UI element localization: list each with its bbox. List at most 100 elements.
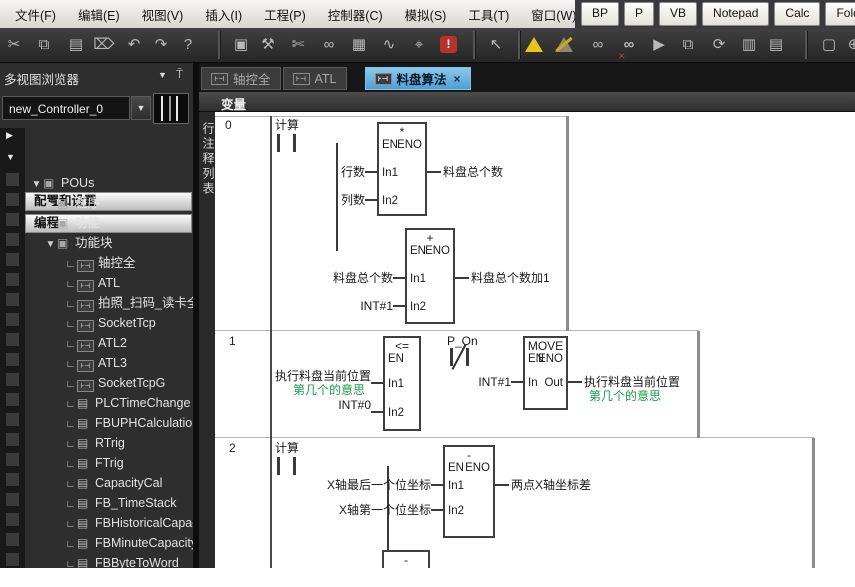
- io-map-icon[interactable]: ▦: [347, 33, 371, 57]
- tree-item-fb[interactable]: ∟⊦⊣ATL: [25, 273, 193, 293]
- folder-button[interactable]: Folder: [825, 2, 855, 26]
- less-equal-block[interactable]: <= EN In1 In2: [383, 336, 421, 431]
- tree-item-fb[interactable]: ∟▤FTrig: [25, 453, 193, 473]
- chevron-down-icon[interactable]: ▼: [158, 70, 167, 80]
- operand-label[interactable]: 执行料盘当前位置: [275, 369, 371, 383]
- notepad-button[interactable]: Notepad: [702, 2, 769, 26]
- operand-label[interactable]: 行数: [341, 165, 365, 179]
- move-block[interactable]: MOVE EN ENO In Out: [523, 336, 568, 410]
- no-contact[interactable]: [293, 134, 296, 152]
- calc-button[interactable]: Calc: [774, 2, 820, 26]
- tree-item-function-blocks[interactable]: ▼▣功能块: [25, 233, 193, 253]
- tree-item-fb[interactable]: ∟▤FBMinuteCapacity: [25, 533, 193, 553]
- section-collapsed-icon[interactable]: ▶: [6, 130, 13, 141]
- menu-edit[interactable]: 编辑(E): [67, 5, 131, 24]
- transfer-icon[interactable]: ⧉: [676, 33, 700, 57]
- rung-number[interactable]: 0: [225, 118, 249, 132]
- menu-simulation[interactable]: 模拟(S): [394, 5, 458, 24]
- undo-icon[interactable]: ↶: [122, 33, 146, 57]
- search-icon[interactable]: ⌖: [407, 33, 431, 57]
- tab-atl[interactable]: ⊦⊣ ATL: [283, 67, 347, 90]
- build-icon[interactable]: ⚒: [256, 33, 280, 57]
- contact-label[interactable]: 计算: [275, 118, 299, 132]
- operand-label[interactable]: 料盘总个数: [443, 165, 503, 179]
- paste-icon[interactable]: ▤: [64, 33, 88, 57]
- operand-label[interactable]: 两点X轴坐标差: [511, 478, 591, 492]
- fit-view-icon[interactable]: ▢: [817, 33, 841, 57]
- tree-item-fb[interactable]: ∟▤RTrig: [25, 433, 193, 453]
- tree-item-fb[interactable]: ∟⊦⊣ATL2: [25, 333, 193, 353]
- rung-comment-strip[interactable]: 行注释列表: [199, 112, 215, 568]
- tree-item-fb[interactable]: ∟⊦⊣轴控全: [25, 253, 193, 273]
- add-block[interactable]: + EN ENO In1 In2: [405, 228, 455, 324]
- pin-icon[interactable]: ⍑: [176, 67, 183, 82]
- nc-contact[interactable]: [450, 348, 453, 366]
- tree-item-pous[interactable]: ▼▣POUs: [25, 173, 193, 193]
- tab-axis-control[interactable]: ⊦⊣ 轴控全: [201, 67, 281, 90]
- menu-controller[interactable]: 控制器(C): [317, 5, 394, 24]
- zoom-in-icon[interactable]: ⊕: [842, 33, 855, 57]
- operand-label[interactable]: 列数: [341, 193, 365, 207]
- rung-number[interactable]: 2: [229, 441, 253, 455]
- run-mode-icon[interactable]: ▶: [647, 33, 671, 57]
- watch-window-icon[interactable]: ∞: [317, 33, 341, 57]
- tree-item-fb[interactable]: ∟▤FB_TimeStack: [25, 493, 193, 513]
- operand-label[interactable]: 执行料盘当前位置: [584, 375, 680, 389]
- variables-bar[interactable]: 变量: [199, 92, 855, 112]
- tree-item-fb[interactable]: ∟⊦⊣SocketTcp: [25, 313, 193, 333]
- operand-label[interactable]: INT#1: [478, 375, 511, 389]
- p-button[interactable]: P: [624, 2, 654, 26]
- menu-tools[interactable]: 工具(T): [457, 5, 520, 24]
- section-expanded-icon[interactable]: ▼: [6, 152, 15, 162]
- tab-tray-algorithm[interactable]: ⊦⊣ 料盘算法 ×: [365, 67, 471, 90]
- rung-number[interactable]: 1: [229, 334, 253, 348]
- help-icon[interactable]: ?: [176, 33, 200, 57]
- bp-button[interactable]: BP: [581, 2, 619, 26]
- no-contact[interactable]: [277, 134, 280, 152]
- nc-contact[interactable]: [466, 348, 469, 366]
- tree-item-functions[interactable]: ∟▣功能: [25, 213, 193, 233]
- vb-button[interactable]: VB: [659, 2, 697, 26]
- operand-label[interactable]: 料盘总个数: [333, 271, 393, 285]
- tree-item-fb[interactable]: ∟⊦⊣ATL3: [25, 353, 193, 373]
- cut-icon[interactable]: ✂: [2, 33, 26, 57]
- tree-item-fb[interactable]: ∟⊦⊣SocketTcpG: [25, 373, 193, 393]
- copy-icon[interactable]: ⧉: [32, 33, 56, 57]
- operand-label[interactable]: X轴最后一个位坐标: [327, 478, 431, 492]
- window-layout-icon[interactable]: ▣: [229, 33, 253, 57]
- no-contact[interactable]: [277, 457, 280, 475]
- tree-item-fb[interactable]: ∟▤FBUPHCalculation: [25, 413, 193, 433]
- operand-label[interactable]: X轴第一个位坐标: [339, 503, 431, 517]
- transfer-to-controller-icon[interactable]: ▥: [737, 33, 761, 57]
- menu-project[interactable]: 工程(P): [253, 5, 317, 24]
- menu-file[interactable]: 文件(F): [4, 5, 67, 24]
- contact-label[interactable]: 计算: [275, 441, 299, 455]
- tree-item-fb[interactable]: ∟▤CapacityCal: [25, 473, 193, 493]
- operand-label[interactable]: INT#0: [338, 398, 371, 412]
- redo-icon[interactable]: ↷: [149, 33, 173, 57]
- no-contact[interactable]: [293, 457, 296, 475]
- transfer-from-controller-icon[interactable]: ▤: [764, 33, 788, 57]
- tree-item-fb[interactable]: ∟▤FBByteToWord: [25, 553, 193, 568]
- go-online-icon[interactable]: [522, 33, 546, 57]
- multiply-block[interactable]: * EN ENO In1 In2: [377, 122, 427, 216]
- abort-icon[interactable]: !: [437, 33, 461, 57]
- menu-insert[interactable]: 插入(I): [194, 5, 253, 24]
- tree-item-fb[interactable]: ∟⊦⊣拍照_扫码_读卡全: [25, 293, 193, 313]
- stop-monitor-icon[interactable]: ∞✕: [617, 33, 641, 57]
- controller-select[interactable]: new_Controller_0: [2, 96, 130, 120]
- tree-item-fb[interactable]: ∟▤FBHistoricalCapacity: [25, 513, 193, 533]
- subtract-block[interactable]: - EN ENO In1 In2: [443, 445, 495, 538]
- synchronize-icon[interactable]: ⟳: [707, 33, 731, 57]
- monitor-icon[interactable]: ∞: [586, 33, 610, 57]
- operand-comment[interactable]: 第几个的意思: [589, 389, 661, 403]
- tree-item-programs[interactable]: ▶▣程序: [25, 193, 193, 213]
- close-icon[interactable]: ×: [454, 72, 461, 86]
- controller-dropdown-icon[interactable]: ▼: [131, 96, 151, 120]
- menu-view[interactable]: 视图(V): [131, 5, 195, 24]
- go-offline-icon[interactable]: [552, 33, 576, 57]
- subtract-block-2[interactable]: -: [382, 550, 430, 568]
- cross-reference-icon[interactable]: ∿: [377, 33, 401, 57]
- delete-icon[interactable]: ⌦: [92, 33, 116, 57]
- tree-item-fb[interactable]: ∟▤PLCTimeChange: [25, 393, 193, 413]
